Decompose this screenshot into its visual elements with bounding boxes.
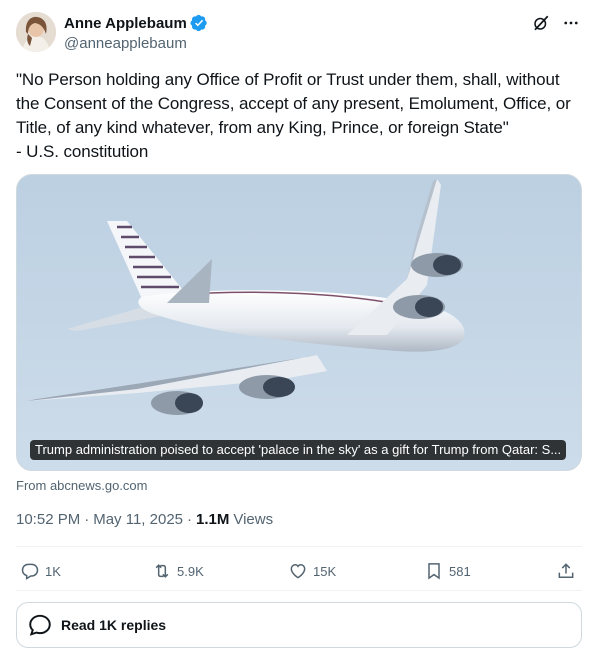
- action-bar: 1K 5.9K 15K 581: [16, 556, 582, 586]
- repost-button[interactable]: 5.9K: [152, 556, 204, 586]
- repost-count: 5.9K: [177, 563, 204, 579]
- meta-separator: ·: [187, 511, 192, 528]
- link-card-caption[interactable]: Trump administration poised to accept 'p…: [30, 440, 567, 460]
- header-actions: [530, 12, 582, 34]
- avatar-image: [16, 12, 56, 52]
- views-count: 1.1M: [196, 511, 230, 528]
- repost-icon: [155, 564, 169, 578]
- grok-icon[interactable]: [530, 12, 552, 34]
- divider: [16, 546, 582, 547]
- views-label: Views: [233, 511, 274, 528]
- tweet-text: "No Person holding any Office of Profit …: [16, 70, 571, 161]
- airplane-photo: [17, 175, 581, 470]
- meta-separator: ·: [84, 511, 90, 528]
- link-source[interactable]: From abcnews.go.com: [16, 478, 148, 493]
- reply-button[interactable]: 1K: [20, 556, 61, 586]
- tweet-date[interactable]: May 11, 2025: [93, 511, 183, 528]
- reply-count: 1K: [45, 563, 61, 579]
- like-count: 15K: [313, 563, 337, 579]
- bookmark-count: 581: [449, 563, 471, 579]
- divider: [16, 590, 582, 591]
- chat-bubble-icon: [29, 614, 51, 636]
- read-replies-button[interactable]: Read 1K replies: [16, 602, 582, 648]
- verified-badge-icon[interactable]: [190, 14, 208, 32]
- like-icon: [290, 563, 306, 579]
- avatar[interactable]: [16, 12, 56, 52]
- share-icon: [558, 563, 574, 578]
- link-card-image[interactable]: Trump administration poised to accept 'p…: [16, 174, 582, 471]
- tweet-meta: 10:52 PM · May 11, 2025 · 1.1M Views: [16, 511, 273, 528]
- bookmark-button[interactable]: 581: [424, 556, 471, 586]
- author-display-name[interactable]: Anne Applebaum: [64, 15, 187, 32]
- bookmark-icon: [428, 563, 440, 580]
- share-button[interactable]: [556, 556, 581, 586]
- more-icon[interactable]: [560, 12, 582, 34]
- tweet-time[interactable]: 10:52 PM: [16, 511, 80, 528]
- author-block: Anne Applebaum @anneapplebaum: [64, 13, 208, 52]
- like-button[interactable]: 15K: [288, 556, 336, 586]
- read-replies-label: Read 1K replies: [61, 617, 167, 633]
- reply-icon: [21, 563, 39, 580]
- tweet-header: Anne Applebaum @anneapplebaum: [16, 12, 582, 56]
- author-handle[interactable]: @anneapplebaum: [64, 35, 208, 52]
